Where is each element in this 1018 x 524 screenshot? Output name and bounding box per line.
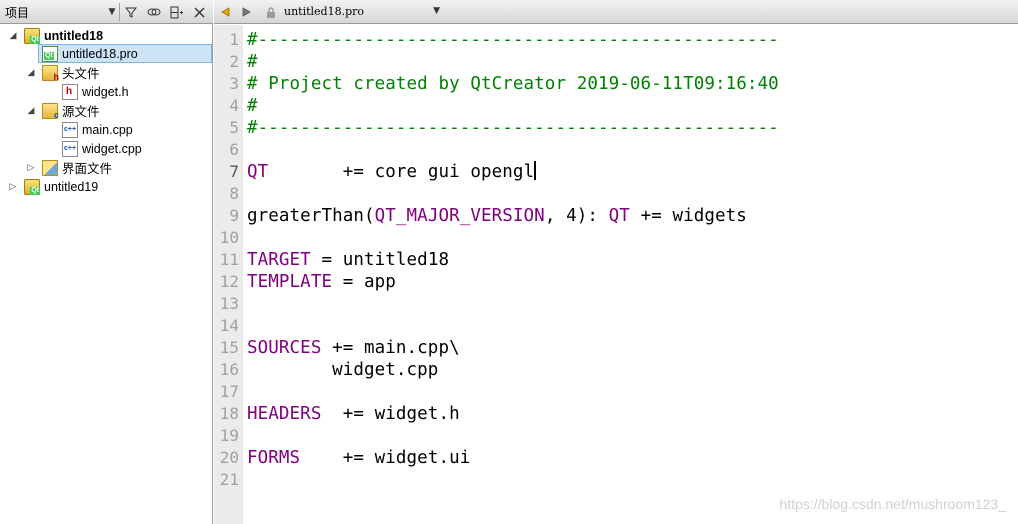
back-arrow-icon[interactable] [217, 4, 233, 20]
line-number: 19 [219, 426, 239, 445]
tree-item-widget-cpp[interactable]: widget.cpp [62, 139, 142, 158]
line-number: 5 [229, 118, 239, 137]
tree-item-label: 源文件 [62, 105, 100, 119]
tree-item-headers[interactable]: ◢ 头文件 [26, 63, 100, 82]
tree-item-widget-h[interactable]: widget.h [62, 82, 129, 101]
line-number: 6 [229, 140, 239, 159]
line-number: 20 [219, 448, 239, 467]
chevron-down-icon[interactable]: ▼ [433, 6, 440, 16]
lock-icon [263, 4, 279, 20]
line-number: 17 [219, 382, 239, 401]
line-number: 21 [219, 470, 239, 489]
tree-item-label: untitled19 [44, 179, 99, 194]
open-file-selector[interactable]: untitled18.pro ▼ [284, 4, 440, 21]
text-caret [534, 161, 537, 180]
chevron-down-icon[interactable]: ▼ [104, 4, 120, 20]
tree-item-untitled18[interactable]: ◢ untitled18 [8, 26, 103, 45]
code-line-15: SOURCES += main.cpp\ [247, 338, 460, 358]
line-number: 10 [219, 228, 239, 247]
editor-toolbar: untitled18.pro ▼ [214, 0, 1018, 24]
source-folder-icon [42, 102, 59, 120]
tree-item-label: untitled18.pro [62, 46, 138, 61]
line-number: 18 [219, 404, 239, 423]
tree-item-label: main.cpp [82, 122, 133, 137]
link-icon[interactable] [146, 4, 162, 20]
line-number: 13 [219, 294, 239, 313]
tree-item-main-cpp[interactable]: main.cpp [62, 120, 133, 139]
code-line-18: HEADERS += widget.h [247, 404, 460, 424]
line-number: 4 [229, 96, 239, 115]
cpp-file-icon [62, 140, 78, 157]
code-line-7: QT += core gui opengl [247, 161, 537, 182]
pane-title: 项目 [5, 6, 30, 20]
code-line-1: #---------------------------------------… [247, 30, 779, 50]
code-line-3: # Project created by QtCreator 2019-06-1… [247, 74, 779, 94]
code-line-9: greaterThan(QT_MAJOR_VERSION, 4): QT += … [247, 206, 747, 226]
line-number-gutter: 1 2 3 4 5 6 7 8 9 10 11 12 13 14 15 16 17 18 19 20 21 [214, 25, 243, 524]
qt-project-icon [24, 178, 40, 195]
open-file-name: untitled18.pro [284, 5, 365, 18]
toolbar-divider [119, 3, 120, 21]
line-number: 12 [219, 272, 239, 291]
forward-arrow-icon[interactable] [239, 4, 255, 20]
code-line-2: # [247, 52, 258, 72]
tree-item-untitled19[interactable]: ▷ untitled19 [8, 177, 98, 196]
code-line-11: TARGET = untitled18 [247, 250, 450, 270]
project-pane-header: 项目 ▼ [0, 0, 213, 24]
tree-item-label: 界面文件 [62, 162, 113, 176]
code-line-12: TEMPLATE = app [247, 272, 396, 292]
expand-arrow-icon[interactable]: ◢ [8, 30, 18, 41]
qt-project-icon [24, 27, 40, 44]
pro-file-icon [42, 45, 58, 62]
line-number: 1 [229, 30, 239, 49]
line-number: 7 [229, 162, 239, 181]
collapse-arrow-icon[interactable]: ▷ [8, 181, 18, 192]
close-icon[interactable] [191, 4, 207, 20]
split-icon[interactable] [169, 4, 185, 20]
tree-item-untitled18-pro[interactable]: untitled18.pro [38, 44, 212, 63]
watermark: https://blog.csdn.net/mushroom123_ [779, 496, 1006, 512]
tree-item-label: untitled18 [44, 28, 104, 43]
line-number: 2 [229, 52, 239, 71]
line-number: 9 [229, 206, 239, 225]
forms-folder-icon [42, 159, 58, 176]
tree-item-label: widget.h [82, 84, 129, 99]
tree-item-sources[interactable]: ◢ 源文件 [26, 101, 100, 120]
line-number: 11 [219, 250, 239, 269]
tree-item-label: 头文件 [62, 67, 100, 81]
collapse-arrow-icon[interactable]: ▷ [26, 162, 36, 173]
code-line-20: FORMS += widget.ui [247, 448, 471, 468]
filter-icon[interactable] [123, 4, 139, 20]
header-file-icon [62, 83, 78, 100]
line-number: 14 [219, 316, 239, 335]
line-number: 15 [219, 338, 239, 357]
header-folder-icon [42, 64, 59, 82]
project-pane: 项目 ▼ ◢ untitled18 untitled18.pro ◢ [0, 0, 213, 524]
line-number: 8 [229, 184, 239, 203]
code-editor[interactable]: #---------------------------------------… [243, 25, 1018, 524]
line-number: 3 [229, 74, 239, 93]
line-number: 16 [219, 360, 239, 379]
code-line-16: widget.cpp [247, 360, 439, 380]
tree-item-forms[interactable]: ▷ 界面文件 [26, 158, 112, 177]
expand-arrow-icon[interactable]: ◢ [26, 67, 36, 78]
cpp-file-icon [62, 121, 78, 138]
code-line-4: # [247, 96, 258, 116]
expand-arrow-icon[interactable]: ◢ [26, 105, 36, 116]
tree-item-label: widget.cpp [82, 141, 142, 156]
code-line-5: #---------------------------------------… [247, 118, 779, 138]
